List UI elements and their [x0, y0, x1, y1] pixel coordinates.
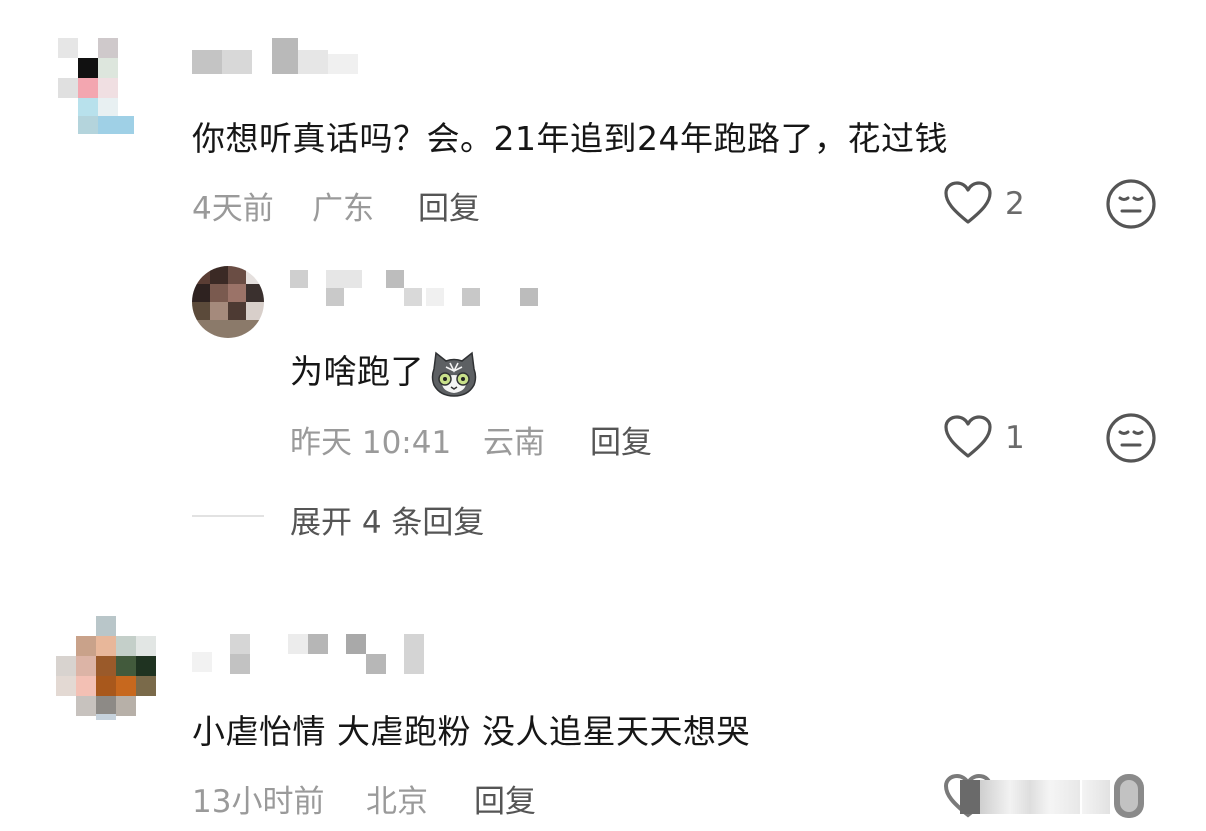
comment-location: 北京	[366, 784, 428, 820]
reply-text-content: 为啥跑了	[290, 352, 424, 391]
like-count: 2	[1005, 186, 1025, 222]
comment-text: 你想听真话吗？会。21年追到24年跑路了，花过钱	[192, 119, 948, 158]
reply-text: 为啥跑了	[290, 345, 480, 399]
heart-outline-icon[interactable]	[943, 180, 993, 226]
avatar[interactable]	[52, 616, 156, 720]
cat-face-emoji	[431, 351, 477, 397]
dislike-area[interactable]	[1082, 772, 1158, 820]
reply-button[interactable]: 回复	[418, 183, 480, 228]
username[interactable]	[192, 38, 372, 82]
comment-time: 13小时前	[192, 784, 325, 820]
comment-time: 4天前	[192, 191, 274, 227]
expand-replies-button[interactable]: 展开 4 条回复	[290, 497, 484, 542]
meh-face-icon[interactable]	[1105, 178, 1157, 230]
avatar[interactable]	[40, 38, 138, 136]
reply-location: 云南	[483, 425, 545, 461]
like-count: 1	[1005, 420, 1025, 456]
comment-text: 小虐怡情 大虐跑粉 没人追星天天想哭	[192, 712, 750, 751]
reply-button[interactable]: 回复	[474, 776, 536, 821]
avatar[interactable]	[192, 266, 264, 338]
reply-time: 昨天 10:41	[290, 425, 452, 461]
username[interactable]	[290, 270, 540, 310]
reply-button[interactable]: 回复	[590, 417, 652, 462]
heart-outline-icon[interactable]	[943, 414, 993, 460]
like-area[interactable]	[942, 772, 1082, 820]
meh-face-icon[interactable]	[1105, 412, 1157, 464]
comment-location: 广东	[312, 191, 374, 227]
meh-face-icon	[1114, 774, 1144, 818]
username[interactable]	[192, 634, 432, 676]
expand-divider	[192, 515, 264, 517]
